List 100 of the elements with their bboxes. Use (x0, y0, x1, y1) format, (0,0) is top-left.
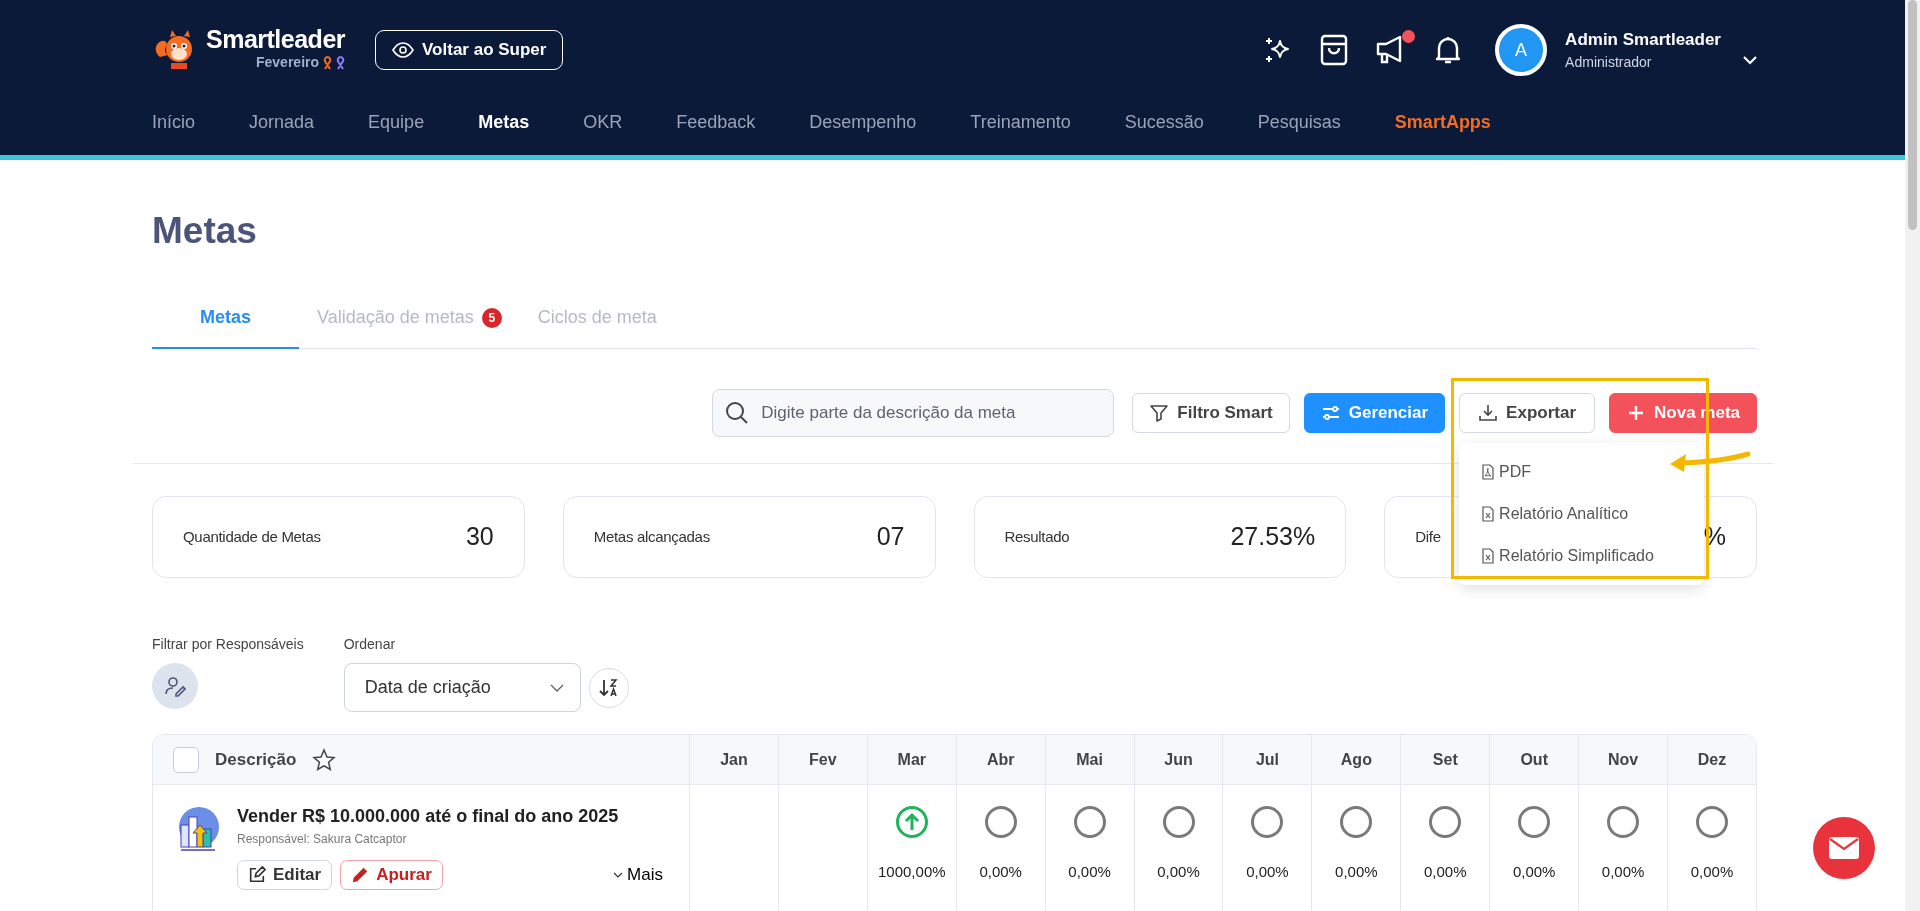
stat-label: Dife (1415, 526, 1441, 547)
stat-label: Quantidade de Metas (183, 526, 321, 547)
search-field[interactable]: Digite parte da descrição da meta (712, 389, 1115, 437)
percent-value: 0,00% (1690, 862, 1734, 882)
nav-link[interactable]: Início (152, 109, 196, 136)
nav-link[interactable]: Equipe (368, 109, 425, 136)
empty-circle-icon (1606, 805, 1641, 839)
chevron-down-icon (549, 683, 564, 692)
column-header: Jan (689, 735, 778, 784)
column-header: Descrição (215, 748, 297, 771)
filter-button[interactable]: Filtro Smart (1132, 393, 1290, 433)
column-header: Dez (1667, 735, 1756, 784)
nav-link[interactable]: Sucessão (1124, 109, 1204, 136)
search-icon (725, 401, 750, 425)
plus-icon (1626, 403, 1646, 423)
edit-button[interactable]: Editar (237, 860, 333, 890)
column-header: Mai (1044, 735, 1134, 784)
ribbon-icon (336, 55, 346, 70)
empty-circle-icon (983, 805, 1018, 839)
column-header: Nov (1578, 735, 1668, 784)
month-label: Fevereiro (256, 53, 320, 72)
percent-value: 0,00% (1512, 862, 1556, 882)
empty-circle-icon (1517, 805, 1552, 839)
percent-value: 0,00% (1246, 862, 1289, 882)
empty-circle-icon (1428, 805, 1463, 839)
percent-value: 0,00% (1068, 862, 1111, 882)
column-header: Fev (777, 735, 867, 784)
stat-label: Metas alcançadas (593, 526, 710, 547)
user-role: Administrador (1565, 53, 1653, 73)
column-header: Abr (955, 735, 1045, 784)
nav-link[interactable]: SmartApps (1394, 109, 1491, 136)
person-edit-icon (164, 675, 186, 697)
shopping-bag-icon[interactable] (1319, 33, 1350, 67)
nav-link[interactable]: Metas (478, 109, 530, 136)
chevron-down-icon[interactable] (1743, 55, 1757, 65)
scrollbar-thumb[interactable] (1908, 0, 1917, 230)
measure-button[interactable]: Apurar (340, 860, 443, 890)
scrollbar[interactable] (1905, 0, 1920, 911)
menu-item[interactable]: PDF (1459, 451, 1705, 493)
star-icon[interactable] (312, 747, 337, 772)
export-button[interactable]: Exportar (1459, 393, 1595, 433)
pdf-file-icon (1481, 464, 1496, 480)
responsible-filter-button[interactable] (152, 663, 198, 709)
responsible-name: Responsável: Sakura Catcaptor (237, 831, 408, 848)
spreadsheet-file-icon (1481, 506, 1496, 522)
percent-value: 1000,00% (878, 862, 946, 882)
column-header: Mar (866, 735, 956, 784)
stat-label: Resultado (1004, 526, 1070, 547)
goal-title: Vender R$ 10.000.000 até o final do ano 2025 (237, 805, 620, 828)
stat-value: 30 (465, 521, 494, 553)
percent-value: 0,00% (1335, 862, 1378, 882)
sort-label: Ordenar (343, 635, 397, 654)
nav-link[interactable]: Jornada (249, 109, 315, 136)
user-name: Admin Smartleader (1565, 28, 1721, 51)
column-header: Set (1400, 735, 1490, 784)
checkbox[interactable] (173, 746, 199, 773)
column-header: Out (1489, 735, 1579, 784)
spreadsheet-file-icon (1481, 548, 1496, 564)
empty-circle-icon (1161, 805, 1196, 839)
sort-icon (598, 677, 619, 698)
back-button[interactable]: Voltar ao Super (375, 30, 564, 70)
tab[interactable]: Validação de metas 5 (299, 304, 520, 349)
empty-circle-icon (1250, 805, 1285, 839)
pencil-icon (351, 866, 370, 884)
bell-icon[interactable] (1435, 35, 1462, 65)
percent-value: 0,00% (979, 862, 1022, 882)
menu-item[interactable]: Relatório Analítico (1459, 493, 1705, 535)
column-header: Jun (1133, 735, 1223, 784)
ribbon-icon (323, 55, 333, 70)
up-arrow-circle-icon (894, 805, 929, 839)
nav-link[interactable]: Treinamento (970, 109, 1071, 136)
tab[interactable]: Metas (152, 304, 300, 349)
sort-select[interactable]: Data de criação (343, 663, 581, 712)
nav-link[interactable]: OKR (583, 109, 623, 136)
filter-label: Filtrar por Responsáveis (152, 635, 304, 654)
column-header: Ago (1311, 735, 1401, 784)
empty-circle-icon (1695, 805, 1730, 839)
sliders-icon (1320, 403, 1341, 423)
edit-icon (248, 866, 266, 884)
count-badge: 5 (481, 307, 502, 328)
envelope-icon (1828, 836, 1860, 860)
funnel-icon (1149, 403, 1170, 423)
more-button[interactable]: Mais (607, 861, 669, 889)
page-title: Metas (152, 212, 258, 249)
percent-value: 0,00% (1424, 862, 1467, 882)
empty-circle-icon (1339, 805, 1374, 839)
percent-value: 0,00% (1601, 862, 1645, 882)
empty-circle-icon (1072, 805, 1107, 839)
percent-value: 0,00% (1157, 862, 1200, 882)
menu-item[interactable]: Relatório Simplificado (1459, 535, 1705, 577)
nav-link[interactable]: Pesquisas (1257, 109, 1341, 136)
column-header: Jul (1222, 735, 1312, 784)
nav-link[interactable]: Desempenho (809, 109, 917, 136)
eye-icon (392, 42, 415, 58)
brand-name: Smartleader (206, 27, 346, 52)
stat-value: 07 (876, 521, 905, 553)
download-icon (1478, 403, 1499, 423)
stat-value: 27.53% (1230, 521, 1316, 553)
chevron-down-icon (613, 872, 624, 878)
nav-link[interactable]: Feedback (676, 109, 756, 136)
